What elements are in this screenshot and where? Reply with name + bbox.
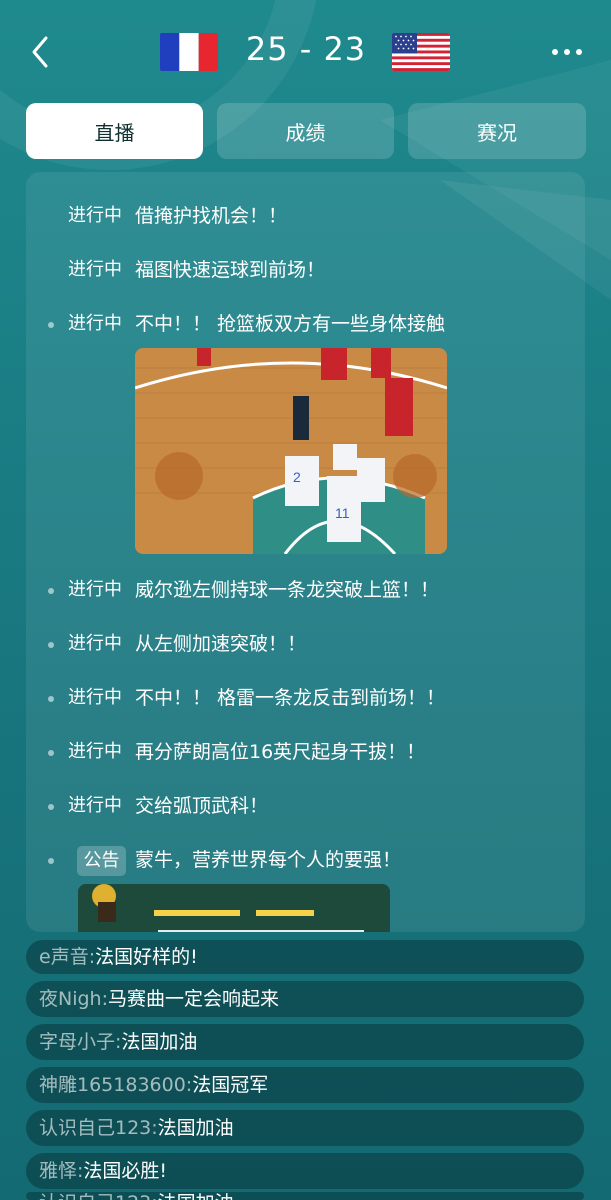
tab-match-status[interactable]: 赛况 [408,103,586,159]
feed-item-status: 进行中 [68,741,122,762]
feed-item-text: 再分萨朗高位16英尺起身干拔！！ [135,741,426,763]
comment-item: 字母小子:法国加油 [26,1024,584,1060]
comment-item: 雅怿:法国必胜! [26,1153,584,1189]
france-flag-icon [160,33,218,71]
usa-flag-icon [392,33,450,71]
feed-item-text: 福图快速运球到前场！ [135,259,326,281]
comment-user: 认识自己123: [39,1117,158,1139]
feed-item-text: 不中！！ 格雷一条龙反击到前场！！ [135,687,446,709]
svg-text:11: 11 [335,505,350,521]
comment-text: 法国加油 [157,1117,234,1139]
timeline-dot [48,804,54,810]
timeline-dot [48,322,54,328]
comment-text: 法国冠军 [192,1074,269,1096]
game-photo[interactable]: 2 11 [135,348,447,554]
feed-item-text: 借掩护找机会！！ [135,205,288,227]
live-feed-panel: 进行中 借掩护找机会！！ 进行中 福图快速运球到前场！ 进行中 不中！！ 抢篮板… [26,172,585,932]
comment-item: 夜Nigh:马赛曲一定会响起来 [26,981,584,1017]
feed-item-status: 进行中 [68,795,122,816]
notice-text: 蒙牛，营养世界每个人的要强！ [135,849,402,871]
comment-user: e声音: [39,946,96,968]
feed-item-status: 进行中 [68,205,122,226]
timeline-dot [48,588,54,594]
feed-item-text: 从左侧加速突破！！ [135,633,307,655]
comment-item: 认识自己123:法国加油 [26,1192,584,1200]
comment-text: 马赛曲一定会响起来 [108,988,280,1010]
notice-badge: 公告 [77,846,126,876]
feed-item-text: 威尔逊左侧持球一条龙突破上篮！！ [135,579,440,601]
timeline-dot [48,696,54,702]
comment-item: 认识自己123:法国加油 [26,1110,584,1146]
svg-text:2: 2 [293,469,301,485]
comment-item: e声音:法国好样的! [26,940,584,974]
feed-item-status: 进行中 [68,633,122,654]
more-options-icon[interactable] [548,37,588,67]
back-arrow-icon[interactable] [26,34,62,70]
comment-user: 神雕165183600: [39,1074,193,1096]
comment-user: 认识自己123: [26,1192,158,1200]
tab-results[interactable]: 成绩 [217,103,394,159]
top-bar: 25 - 23 [0,0,611,100]
comment-user: 字母小子: [39,1031,122,1053]
score-display: 25 - 23 [245,30,367,68]
ad-image[interactable] [78,884,390,932]
comment-text: 法国加油 [158,1192,234,1200]
feed-item-status: 进行中 [68,313,122,334]
comment-user: 雅怿: [39,1160,84,1182]
timeline-dot [48,750,54,756]
feed-item-status: 进行中 [68,579,122,600]
tab-live[interactable]: 直播 [26,103,203,159]
comment-user: 夜Nigh: [39,988,108,1010]
feed-item-text: 不中！！ 抢篮板双方有一些身体接触 [135,313,446,335]
comment-text: 法国加油 [121,1031,198,1053]
timeline-dot [48,858,54,864]
feed-item-status: 进行中 [68,687,122,708]
comment-item: 神雕165183600:法国冠军 [26,1067,584,1103]
feed-item-text: 交给弧顶武科！ [135,795,269,817]
tab-bar: 直播 成绩 赛况 [26,103,586,159]
feed-item-status: 进行中 [68,259,122,280]
comment-text: 法国必胜! [83,1160,168,1182]
timeline-dot [48,642,54,648]
comment-text: 法国好样的! [95,946,198,968]
